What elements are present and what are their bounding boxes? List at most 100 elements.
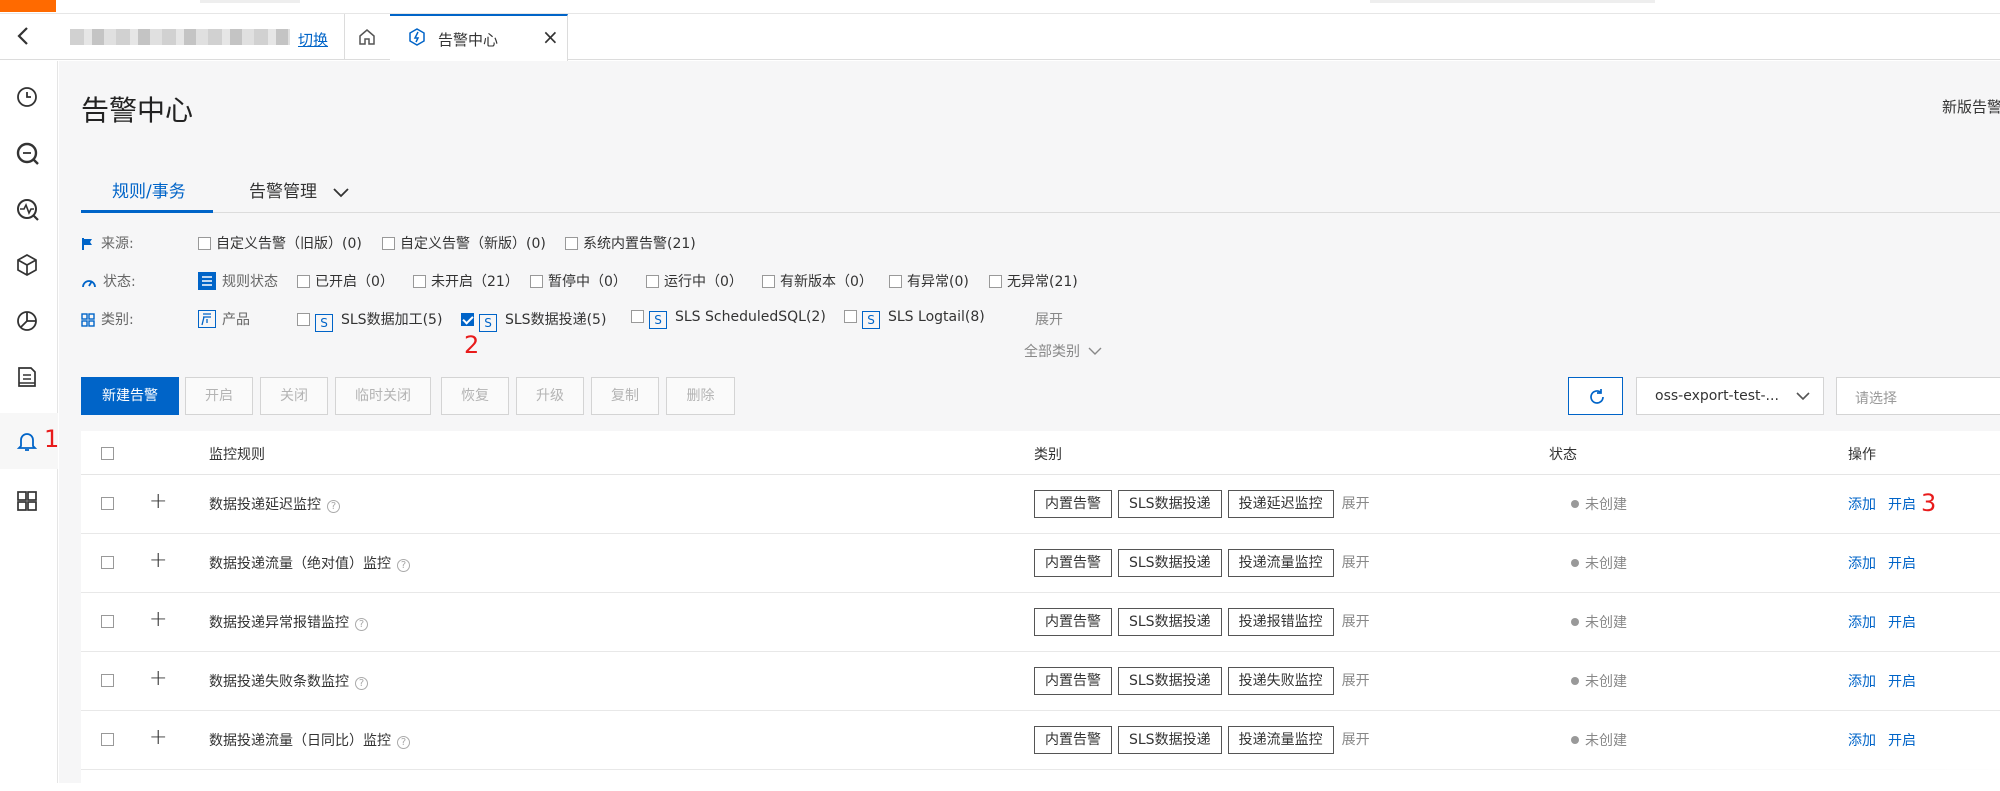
project-select[interactable]: oss-export-test-... xyxy=(1636,377,1824,415)
secondary-select[interactable]: 请选择 xyxy=(1836,377,2000,415)
category-tags: 内置告警 SLS数据投递 投递延迟监控 展开 xyxy=(1034,490,1370,518)
add-link[interactable]: 添加 xyxy=(1848,497,1876,513)
filter-source-option[interactable]: 自定义告警（新版）(0) xyxy=(382,233,546,253)
checkbox[interactable] xyxy=(565,237,578,250)
filter-status-option[interactable]: 暂停中（0） xyxy=(530,271,627,291)
sidebar-item-alerts[interactable]: 1 xyxy=(0,413,59,469)
enable-link[interactable]: 开启 xyxy=(1888,733,1916,749)
tag: 内置告警 xyxy=(1034,490,1112,518)
page-title: 告警中心 xyxy=(81,94,194,127)
upgrade-button[interactable]: 升级 xyxy=(516,377,584,415)
expand-row-button[interactable]: + xyxy=(149,666,167,691)
tag: 内置告警 xyxy=(1034,667,1112,695)
rule-name: 数据投递失败条数监控? xyxy=(209,671,368,691)
checkbox[interactable] xyxy=(198,237,211,250)
row-checkbox[interactable] xyxy=(101,733,114,746)
sidebar-item-apps[interactable] xyxy=(0,473,58,529)
help-icon[interactable]: ? xyxy=(397,736,410,749)
expand-tags-link[interactable]: 展开 xyxy=(1342,611,1370,631)
delete-button[interactable]: 删除 xyxy=(666,377,735,415)
expand-row-button[interactable]: + xyxy=(149,725,167,750)
tab-alert-center[interactable]: 告警中心 × xyxy=(390,14,568,61)
copy-button[interactable]: 复制 xyxy=(591,377,659,415)
tab-rules[interactable]: 规则/事务 xyxy=(81,169,213,213)
main-tabs: 规则/事务 告警管理 xyxy=(81,169,2000,213)
enable-link[interactable]: 开启 xyxy=(1888,674,1916,690)
report-icon xyxy=(18,367,36,387)
help-icon[interactable]: ? xyxy=(397,559,410,572)
sidebar-item-resources[interactable] xyxy=(0,237,58,293)
filter-category-expand[interactable]: 展开 xyxy=(1035,309,1063,329)
add-link[interactable]: 添加 xyxy=(1848,615,1876,631)
new-version-link[interactable]: 新版告警 xyxy=(1942,96,2000,117)
table-row: + 数据投递失败条数监控? 内置告警 SLS数据投递 投递失败监控 展开 未创建 添加… xyxy=(81,652,2000,711)
filter-status-option[interactable]: 有异常(0) xyxy=(889,271,969,291)
tag: SLS数据投递 xyxy=(1118,490,1222,518)
new-alert-button[interactable]: 新建告警 xyxy=(81,377,179,415)
filter-status-option[interactable]: 未开启（21） xyxy=(413,271,519,291)
add-link[interactable]: 添加 xyxy=(1848,733,1876,749)
checkbox[interactable] xyxy=(382,237,395,250)
filter-status-option[interactable]: 运行中（0） xyxy=(646,271,743,291)
enable-button[interactable]: 开启 xyxy=(185,377,253,415)
s-icon: S xyxy=(862,311,880,329)
tag: 投递流量监控 xyxy=(1227,549,1334,577)
sidebar-item-search[interactable] xyxy=(0,125,58,181)
sidebar-item-monitor[interactable] xyxy=(0,181,58,237)
refresh-button[interactable] xyxy=(1568,377,1623,415)
row-checkbox[interactable] xyxy=(101,556,114,569)
temp-close-button[interactable]: 临时关闭 xyxy=(335,377,431,415)
secondary-select-placeholder: 请选择 xyxy=(1855,391,1897,407)
expand-tags-link[interactable]: 展开 xyxy=(1342,670,1370,690)
filter-source-option[interactable]: 系统内置告警(21) xyxy=(565,233,696,253)
expand-tags-link[interactable]: 展开 xyxy=(1342,729,1370,749)
pulse-search-icon xyxy=(17,199,39,221)
filter-category-option[interactable]: S SLS Logtail(8) xyxy=(844,309,985,329)
all-categories-toggle[interactable]: 全部类别 xyxy=(1024,341,1102,361)
top-pill xyxy=(200,0,300,3)
filter-category-option[interactable]: S SLS ScheduledSQL(2) xyxy=(631,309,826,329)
enable-link[interactable]: 开启 xyxy=(1888,497,1916,513)
row-checkbox[interactable] xyxy=(101,497,114,510)
row-checkbox[interactable] xyxy=(101,674,114,687)
help-icon[interactable]: ? xyxy=(355,618,368,631)
filter-category-option-checked[interactable]: S SLS数据投递(5) xyxy=(461,309,606,332)
help-icon[interactable]: ? xyxy=(355,677,368,690)
filter-category-option[interactable]: S SLS数据加工(5) xyxy=(297,309,442,332)
home-tab[interactable] xyxy=(345,14,389,60)
expand-row-button[interactable]: + xyxy=(149,607,167,632)
tab-alert-management[interactable]: 告警管理 xyxy=(249,177,350,202)
chevron-left-icon xyxy=(17,27,28,45)
filter-source-label: 来源: xyxy=(81,233,134,253)
select-all-checkbox[interactable] xyxy=(101,447,114,460)
filter-status-option[interactable]: 无异常(21) xyxy=(989,271,1078,291)
enable-link[interactable]: 开启 xyxy=(1888,556,1916,572)
expand-row-button[interactable]: + xyxy=(149,489,167,514)
add-link[interactable]: 添加 xyxy=(1848,556,1876,572)
filter-source-option[interactable]: 自定义告警（旧版）(0) xyxy=(198,233,362,253)
filter-status-option[interactable]: 已开启（0） xyxy=(297,271,394,291)
close-button[interactable]: 关闭 xyxy=(260,377,328,415)
sidebar-item-history[interactable] xyxy=(0,69,58,125)
help-icon[interactable]: ? xyxy=(327,500,340,513)
checkbox-checked[interactable] xyxy=(461,313,474,326)
expand-tags-link[interactable]: 展开 xyxy=(1342,552,1370,572)
tab-alert-management-label: 告警管理 xyxy=(249,182,317,202)
expand-row-button[interactable]: + xyxy=(149,548,167,573)
close-icon[interactable]: × xyxy=(542,25,559,49)
table-row: + 数据投递流量（绝对值）监控? 内置告警 SLS数据投递 投递流量监控 展开 未创建… xyxy=(81,534,2000,593)
add-link[interactable]: 添加 xyxy=(1848,674,1876,690)
search-icon xyxy=(16,142,39,165)
row-checkbox[interactable] xyxy=(101,615,114,628)
enable-link[interactable]: 开启 xyxy=(1888,615,1916,631)
back-button[interactable] xyxy=(14,25,42,49)
sidebar-item-reports[interactable] xyxy=(0,349,58,405)
filter-status-option[interactable]: 有新版本（0） xyxy=(762,271,873,291)
sidebar-item-dashboard[interactable] xyxy=(0,293,58,349)
restore-button[interactable]: 恢复 xyxy=(441,377,509,415)
tab-bar: 切换 告警中心 × xyxy=(0,14,2000,61)
category-tags: 内置告警 SLS数据投递 投递报错监控 展开 xyxy=(1034,608,1370,636)
tag: 投递延迟监控 xyxy=(1227,490,1334,518)
expand-tags-link[interactable]: 展开 xyxy=(1342,493,1370,513)
switch-link[interactable]: 切换 xyxy=(298,29,328,50)
